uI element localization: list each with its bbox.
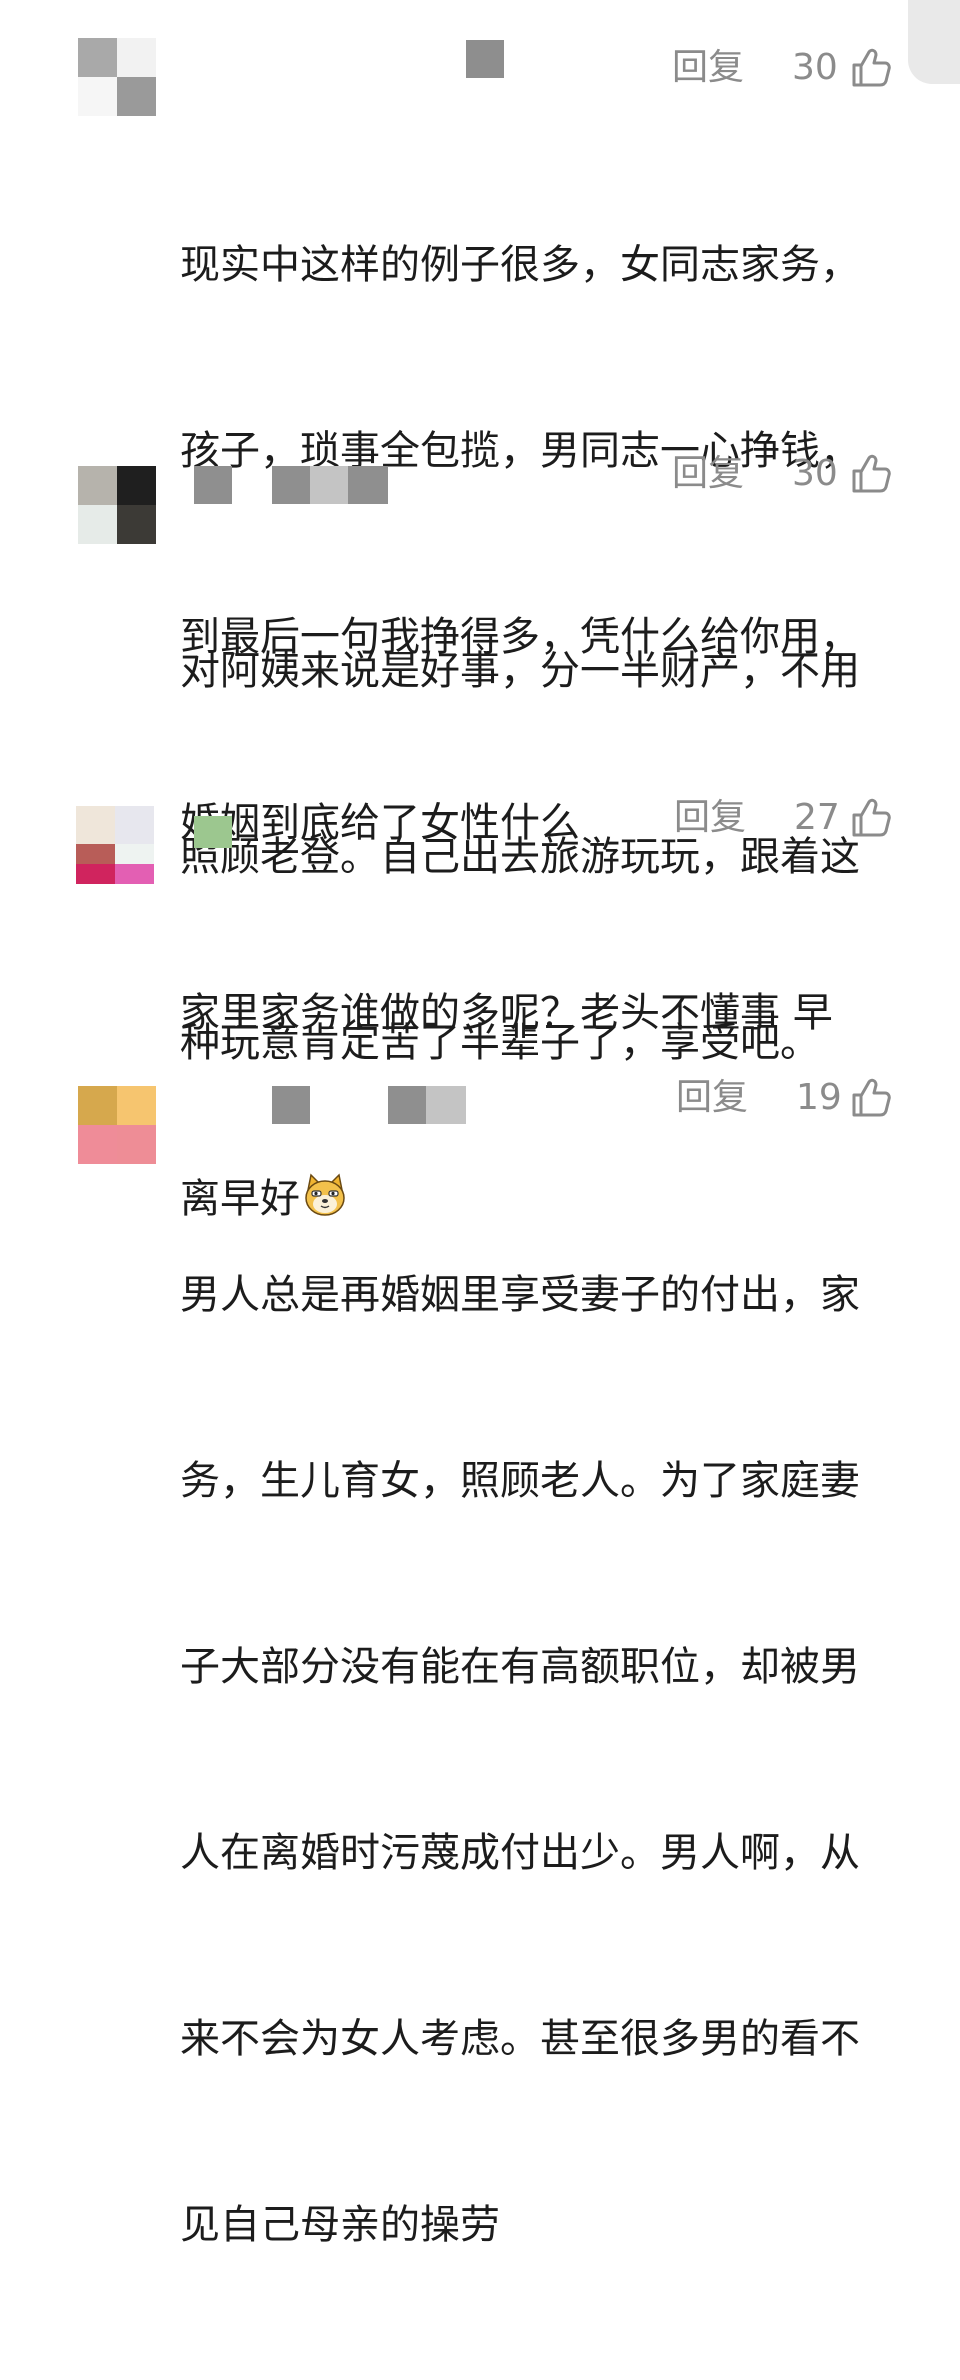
like-count: 30 xyxy=(792,47,838,88)
username-pixelated[interactable] xyxy=(272,466,310,504)
avatar[interactable] xyxy=(78,1086,156,1164)
scroll-edge-tab xyxy=(908,0,960,84)
username-pixelated[interactable] xyxy=(466,40,504,78)
comment-line: 务，生儿育女，照顾老人。为了家庭妻 xyxy=(180,1458,860,1504)
comment-line: 来不会为女人考虑。甚至很多男的看不 xyxy=(180,2016,860,2062)
username-pixelated[interactable] xyxy=(194,466,232,504)
username-pixelated[interactable] xyxy=(348,466,388,504)
username-pixelated[interactable] xyxy=(388,1086,426,1124)
avatar[interactable] xyxy=(78,466,156,544)
username-pixelated[interactable] xyxy=(310,466,348,504)
avatar[interactable] xyxy=(78,38,156,116)
reply-button[interactable]: 回复 xyxy=(672,46,744,90)
username-pixelated[interactable] xyxy=(272,1086,310,1124)
comment-line: 现实中这样的例子很多，女同志家务， xyxy=(180,242,860,288)
like-count: 30 xyxy=(792,453,838,494)
thumbs-up-icon[interactable] xyxy=(850,452,892,494)
comment-text: 男人总是再婚姻里享受妻子的付出，家 务，生儿育女，照顾老人。为了家庭妻 子大部分… xyxy=(180,1140,900,2380)
comment-line: 人在离婚时污蔑成付出少。男人啊，从 xyxy=(180,1830,860,1876)
reply-button[interactable]: 回复 xyxy=(676,1076,748,1120)
comment-line: 家里家务谁做的多呢？老头不懂事 早 xyxy=(180,990,833,1036)
thumbs-up-icon[interactable] xyxy=(850,46,892,88)
comment-line: 子大部分没有能在有高额职位，却被男 xyxy=(180,1644,860,1690)
comment-line: 见自己母亲的操劳 xyxy=(180,2202,500,2248)
thumbs-up-icon[interactable] xyxy=(850,796,892,838)
reply-button[interactable]: 回复 xyxy=(672,452,744,496)
comment-line: 对阿姨来说是好事，分一半财产，不用 xyxy=(180,648,860,694)
username-pixelated[interactable] xyxy=(194,816,232,848)
like-count: 19 xyxy=(796,1077,842,1118)
like-count: 27 xyxy=(794,797,840,838)
avatar-lower xyxy=(76,844,154,884)
thumbs-up-icon[interactable] xyxy=(850,1076,892,1118)
username-pixelated[interactable] xyxy=(426,1086,466,1124)
comment-line: 男人总是再婚姻里享受妻子的付出，家 xyxy=(180,1272,860,1318)
reply-button[interactable]: 回复 xyxy=(674,796,746,840)
